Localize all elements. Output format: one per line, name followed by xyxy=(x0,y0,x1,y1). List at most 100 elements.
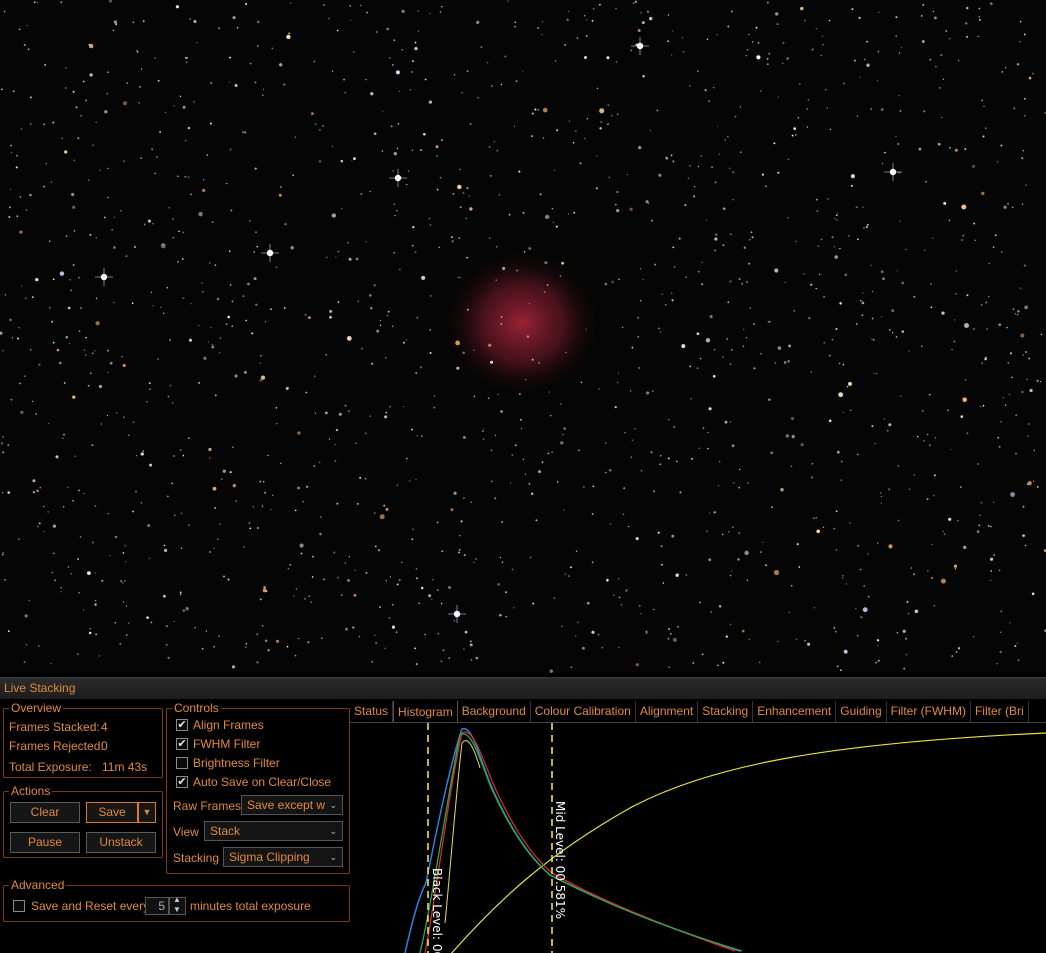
star xyxy=(168,206,171,209)
star xyxy=(1006,326,1008,329)
tab-status[interactable]: Status xyxy=(350,701,394,722)
stacking-select[interactable]: Sigma Clipping ⌄ xyxy=(223,847,343,867)
star xyxy=(617,113,619,115)
star xyxy=(389,406,391,408)
star xyxy=(842,411,844,414)
star xyxy=(856,634,859,637)
tab-filter-fwhm[interactable]: Filter (FWHM) xyxy=(887,701,971,722)
star xyxy=(542,137,545,139)
star xyxy=(997,436,1000,439)
brightness-filter-checkbox[interactable] xyxy=(176,757,188,769)
unstack-button[interactable]: Unstack xyxy=(86,832,156,853)
star xyxy=(146,616,149,619)
minutes-spinner[interactable]: ▲ ▼ xyxy=(169,895,186,915)
star xyxy=(625,590,627,593)
star xyxy=(229,471,232,474)
star xyxy=(467,308,469,311)
star xyxy=(187,126,191,130)
star xyxy=(823,342,825,344)
star xyxy=(189,18,192,20)
stacked-image-view[interactable] xyxy=(0,0,1046,673)
tab-histogram[interactable]: Histogram xyxy=(393,701,458,722)
raw-frames-select[interactable]: Save except w ⌄ xyxy=(241,795,343,815)
star xyxy=(29,96,32,99)
tab-enhancement[interactable]: Enhancement xyxy=(753,701,837,722)
star xyxy=(67,306,71,310)
star xyxy=(781,62,784,65)
star xyxy=(152,305,154,307)
star xyxy=(194,626,196,629)
histogram-panel[interactable]: Black Level: 00.1 Mid Level: 00.581% xyxy=(350,723,1046,953)
star xyxy=(150,291,153,293)
spin-up-icon[interactable]: ▲ xyxy=(173,895,181,904)
star xyxy=(964,148,967,151)
save-dropdown-button[interactable]: ▼ xyxy=(138,802,156,823)
tab-guiding[interactable]: Guiding xyxy=(836,701,887,722)
star xyxy=(726,135,729,138)
star xyxy=(70,289,73,292)
star xyxy=(379,324,382,326)
star xyxy=(202,179,205,181)
star xyxy=(346,335,352,341)
star xyxy=(584,15,586,17)
tab-background[interactable]: Background xyxy=(458,701,531,722)
star xyxy=(384,357,387,359)
clear-button[interactable]: Clear xyxy=(10,802,80,823)
star xyxy=(519,393,521,395)
star xyxy=(7,491,10,494)
star xyxy=(661,563,664,566)
star xyxy=(653,608,655,611)
save-button[interactable]: Save xyxy=(86,802,138,823)
tab-filter-brightness[interactable]: Filter (Bri xyxy=(971,701,1029,722)
star xyxy=(257,45,259,47)
tab-alignment[interactable]: Alignment xyxy=(636,701,699,722)
star xyxy=(742,345,745,348)
star xyxy=(676,460,678,463)
star xyxy=(820,238,823,241)
star xyxy=(498,194,501,196)
star xyxy=(855,206,858,209)
star xyxy=(20,285,23,287)
star xyxy=(275,407,278,409)
star xyxy=(771,506,773,508)
spin-down-icon[interactable]: ▼ xyxy=(173,905,181,914)
star xyxy=(828,19,831,22)
tab-stacking[interactable]: Stacking xyxy=(698,701,754,722)
auto-save-checkbox[interactable]: ✔ xyxy=(176,776,188,788)
advanced-group: Advanced Save and Reset every ▲ ▼ minute… xyxy=(3,878,350,922)
minutes-input[interactable] xyxy=(145,897,169,915)
star xyxy=(462,192,465,195)
star xyxy=(649,16,653,21)
star xyxy=(262,88,265,90)
star xyxy=(940,54,943,56)
save-reset-checkbox[interactable] xyxy=(13,900,25,912)
star xyxy=(840,460,843,463)
view-select[interactable]: Stack ⌄ xyxy=(204,821,343,841)
align-frames-checkbox[interactable]: ✔ xyxy=(176,719,188,731)
star xyxy=(169,339,171,341)
star xyxy=(714,237,718,241)
star xyxy=(80,114,83,117)
star xyxy=(166,625,168,627)
tab-colour-calibration[interactable]: Colour Calibration xyxy=(531,701,636,722)
star xyxy=(276,423,278,425)
star xyxy=(765,185,767,187)
star xyxy=(139,85,142,88)
star xyxy=(542,107,548,113)
star xyxy=(843,649,848,654)
star xyxy=(182,231,185,234)
star xyxy=(531,358,534,361)
star xyxy=(213,547,215,549)
star xyxy=(1019,287,1022,289)
star xyxy=(70,572,72,575)
star xyxy=(286,645,289,648)
star xyxy=(403,341,405,344)
star xyxy=(568,120,571,122)
star xyxy=(556,481,559,483)
star xyxy=(1024,114,1026,117)
fwhm-filter-checkbox[interactable]: ✔ xyxy=(176,738,188,750)
star xyxy=(634,428,636,430)
star xyxy=(729,421,732,423)
pause-button[interactable]: Pause xyxy=(10,832,80,853)
star xyxy=(727,25,730,28)
